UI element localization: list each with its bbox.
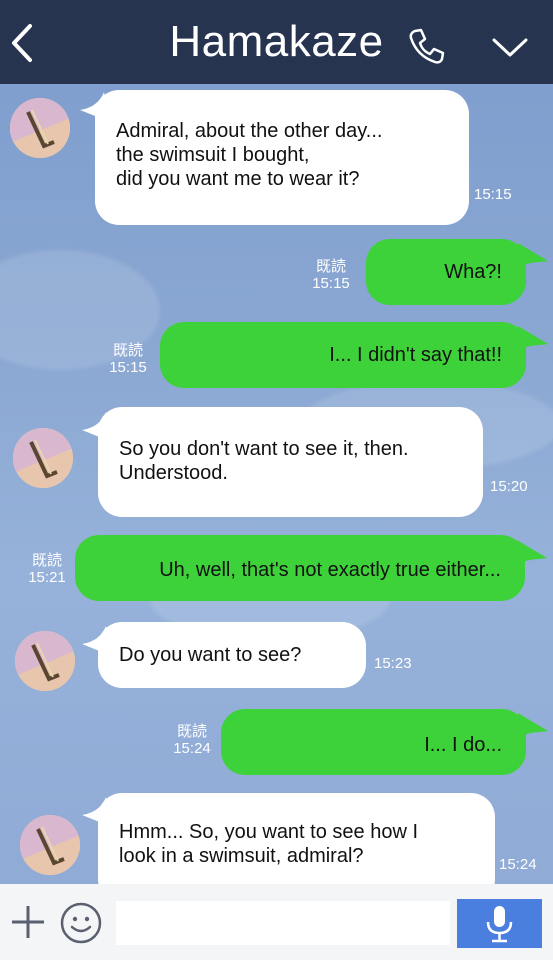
- message-text: Wha?!: [444, 261, 502, 283]
- chat-title: Hamakaze: [169, 17, 384, 66]
- message-bubble-received[interactable]: Admiral, about the other day... the swim…: [95, 90, 469, 225]
- message-meta: 既読 15:24: [167, 723, 217, 757]
- message-text: Do you want to see?: [119, 644, 302, 666]
- message-text: look in a swimsuit, admiral?: [119, 845, 364, 867]
- contact-avatar[interactable]: [13, 428, 73, 488]
- message-timestamp: 15:20: [490, 478, 528, 495]
- message-text: Understood.: [119, 462, 228, 484]
- chevron-left-icon: [12, 24, 32, 62]
- contact-avatar[interactable]: [10, 98, 70, 158]
- read-receipt: 既読: [176, 723, 207, 740]
- message-timestamp: 15:23: [374, 655, 412, 672]
- bubble-tail: [518, 326, 548, 352]
- message-timestamp: 15:15: [474, 186, 512, 203]
- bubble-tail: [517, 540, 547, 566]
- message-meta: 既読 15:21: [22, 552, 72, 586]
- message-bubble-sent[interactable]: Uh, well, that's not exactly true either…: [75, 535, 525, 601]
- message-meta: 既読 15:15: [103, 342, 153, 376]
- message-bubble-sent[interactable]: I... I didn't say that!!: [160, 322, 526, 388]
- message-text: Hmm... So, you want to see how I: [119, 821, 419, 843]
- message-text: I... I didn't say that!!: [329, 344, 502, 366]
- emoji-icon: [60, 902, 102, 944]
- bubble-tail: [518, 713, 548, 739]
- message-bubble-received[interactable]: So you don't want to see it, then. Under…: [98, 407, 483, 517]
- phone-icon: [409, 28, 445, 64]
- read-receipt: 既読: [112, 342, 143, 359]
- message-text: Admiral, about the other day...: [116, 120, 383, 142]
- menu-toggle-button[interactable]: [490, 32, 530, 62]
- read-receipt: 既読: [31, 552, 62, 569]
- microphone-icon: [486, 906, 513, 943]
- message-bubble-sent[interactable]: Wha?!: [366, 239, 526, 305]
- message-timestamp: 15:15: [109, 359, 147, 376]
- message-timestamp: 15:24: [173, 740, 211, 757]
- back-button[interactable]: [4, 20, 44, 66]
- message-text: So you don't want to see it, then.: [119, 438, 409, 460]
- message-timestamp: 15:24: [499, 856, 537, 873]
- add-attachment-button[interactable]: [10, 904, 46, 940]
- message-text: the swimsuit I bought,: [116, 144, 310, 166]
- bubble-tail: [518, 243, 548, 269]
- chevron-down-icon: [492, 38, 528, 57]
- message-bubble-sent[interactable]: I... I do...: [221, 709, 526, 775]
- message-text: Uh, well, that's not exactly true either…: [159, 559, 501, 581]
- call-button[interactable]: [406, 26, 446, 66]
- chat-screen: Hamakaze Admiral, about the other day...…: [0, 0, 553, 960]
- message-meta: 既読 15:15: [311, 258, 351, 292]
- chat-header: Hamakaze: [0, 0, 553, 84]
- voice-message-button[interactable]: [457, 899, 542, 948]
- contact-avatar[interactable]: [20, 815, 80, 875]
- emoji-button[interactable]: [60, 902, 102, 944]
- read-receipt: 既読: [315, 258, 346, 275]
- message-timestamp: 15:21: [28, 569, 66, 586]
- message-text: I... I do...: [424, 734, 502, 756]
- message-timestamp: 15:15: [312, 275, 350, 292]
- message-text: did you want me to wear it?: [116, 168, 360, 190]
- message-input[interactable]: [116, 901, 450, 945]
- message-bubble-received[interactable]: Do you want to see?: [98, 622, 366, 688]
- contact-avatar[interactable]: [15, 631, 75, 691]
- plus-icon: [12, 906, 44, 938]
